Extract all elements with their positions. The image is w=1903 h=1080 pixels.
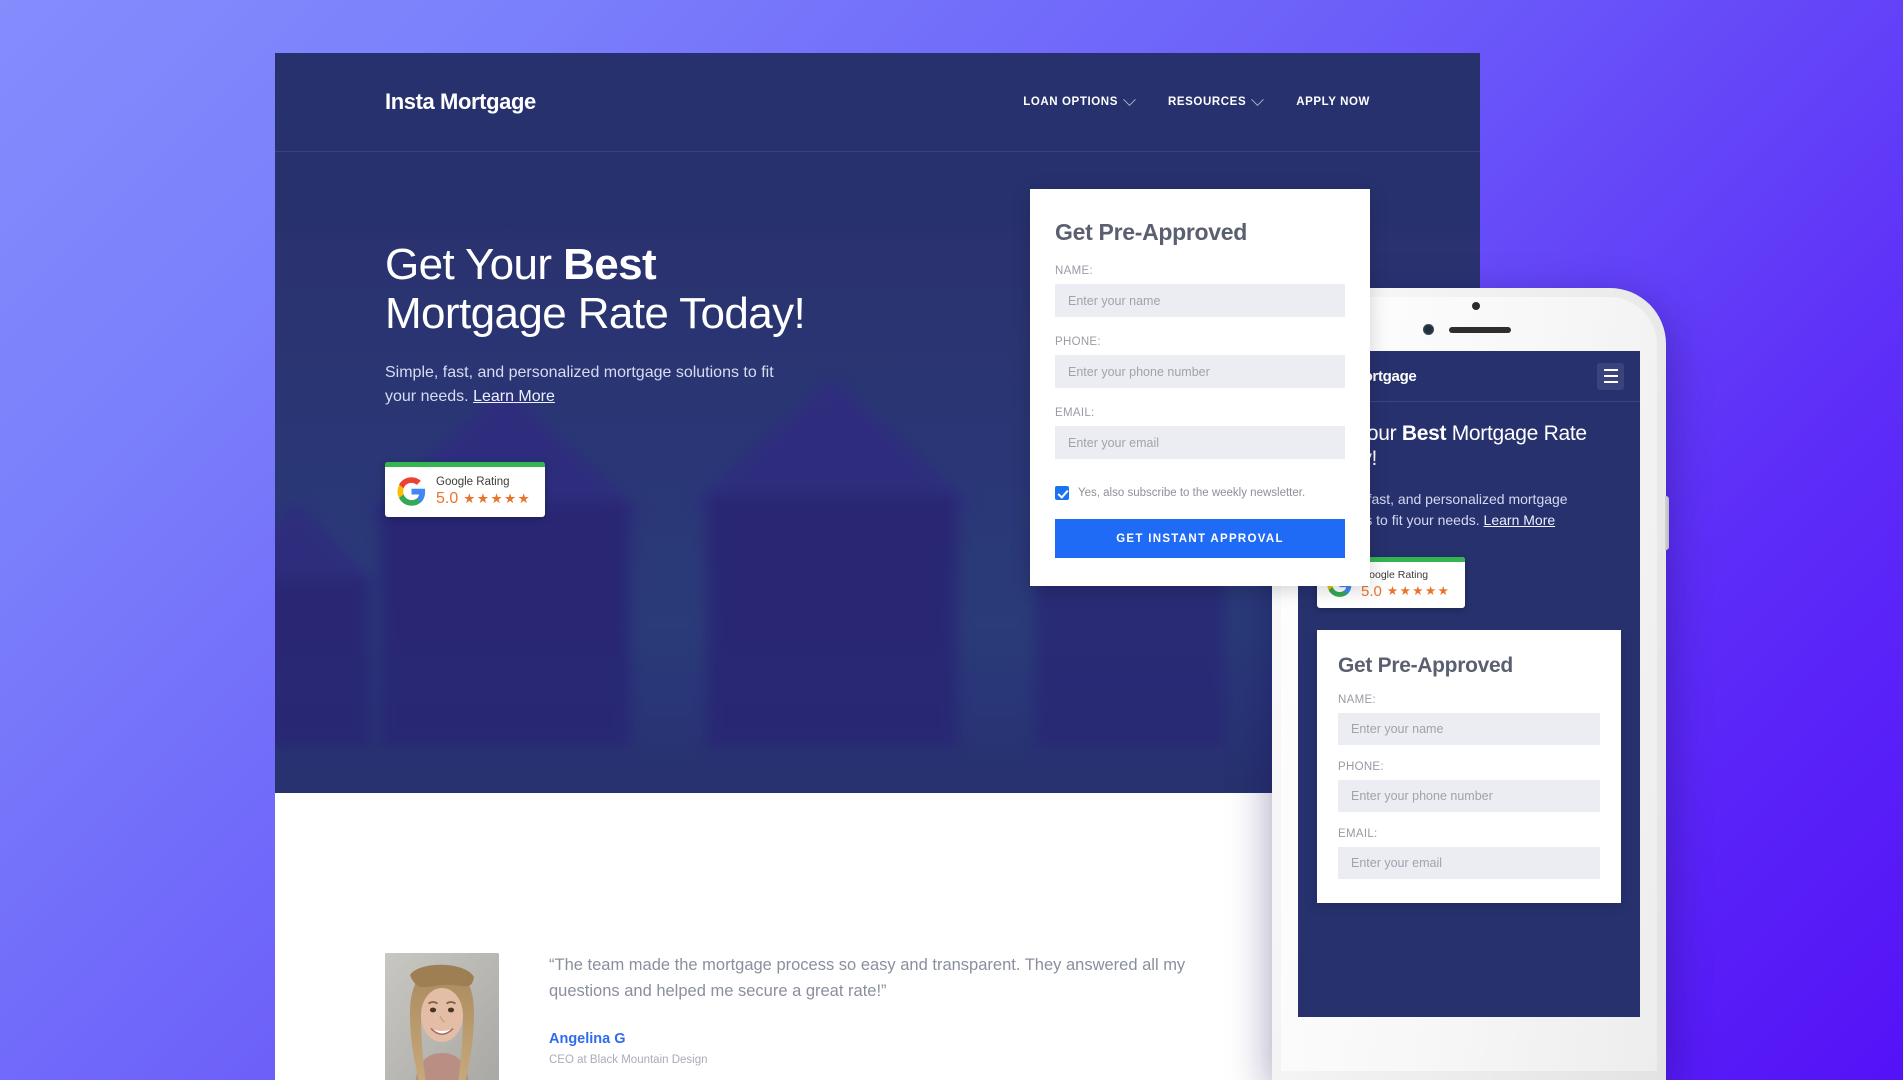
nav-item-apply-now[interactable]: APPLY NOW: [1296, 96, 1370, 108]
newsletter-checkbox-row[interactable]: Yes, also subscribe to the weekly newsle…: [1055, 486, 1345, 500]
newsletter-checkbox[interactable]: [1055, 486, 1069, 500]
email-label: EMAIL:: [1055, 407, 1095, 419]
form-field-phone: PHONE:: [1055, 336, 1345, 388]
mobile-learn-more-link[interactable]: Learn More: [1484, 512, 1556, 528]
google-rating-label: Google Rating: [436, 476, 510, 489]
chevron-down-icon: [1123, 92, 1136, 106]
testimonial-content: “The team made the mortgage process so e…: [549, 953, 1209, 1080]
newsletter-checkbox-label: Yes, also subscribe to the weekly newsle…: [1078, 487, 1306, 499]
learn-more-link[interactable]: Learn More: [473, 388, 555, 405]
hero-content: Get Your Best Mortgage Rate Today! Simpl…: [275, 152, 1480, 586]
nav-links: LOAN OPTIONS RESOURCES APPLY NOW: [1023, 92, 1370, 108]
mobile-pre-approval-form-card: Get Pre-Approved NAME: PHONE: EMAIL:: [1317, 629, 1621, 903]
get-instant-approval-button[interactable]: GET INSTANT APPROVAL: [1055, 519, 1345, 558]
hero-subtitle: Simple, fast, and personalized mortgage …: [385, 361, 785, 411]
pre-approval-form-card: Get Pre-Approved NAME: PHONE: EMAIL: Yes…: [1030, 189, 1370, 586]
phone-label: PHONE:: [1055, 336, 1101, 348]
mobile-phone-label: PHONE:: [1338, 760, 1384, 773]
mobile-form-field-name: NAME:: [1338, 694, 1600, 745]
mobile-email-label: EMAIL:: [1338, 827, 1378, 840]
mobile-name-input[interactable]: [1338, 712, 1600, 745]
star-rating-icon: ★★★★★: [463, 491, 532, 507]
form-field-email: EMAIL:: [1055, 407, 1345, 459]
desktop-navbar: Insta Mortgage LOAN OPTIONS RESOURCES AP…: [275, 53, 1480, 152]
avatar-photo: [385, 953, 499, 1080]
testimonial-avatar: [385, 953, 499, 1080]
form-title: Get Pre-Approved: [1055, 219, 1248, 245]
hero-copy-column: Get Your Best Mortgage Rate Today! Simpl…: [385, 232, 840, 586]
testimonial-quote: “The team made the mortgage process so e…: [549, 956, 1186, 1000]
nav-item-label: LOAN OPTIONS: [1023, 96, 1118, 108]
hamburger-menu-icon[interactable]: [1597, 362, 1624, 390]
badge-text-block: Google Rating 5.0 ★★★★★: [436, 476, 531, 507]
testimonial-author-role: CEO at Black Mountain Design: [549, 1054, 708, 1067]
nav-item-label: RESOURCES: [1167, 96, 1247, 108]
email-input[interactable]: [1055, 426, 1345, 459]
nav-item-resources[interactable]: RESOURCES: [1167, 92, 1265, 108]
mobile-email-input[interactable]: [1338, 846, 1600, 879]
hero-title-bold: Best: [563, 240, 657, 289]
site-logo[interactable]: Insta Mortgage: [385, 89, 536, 115]
testimonial-author-name[interactable]: Angelina G: [549, 1031, 1209, 1047]
mobile-phone-input[interactable]: [1338, 779, 1600, 812]
mobile-form-title: Get Pre-Approved: [1338, 653, 1513, 677]
mobile-name-label: NAME:: [1338, 693, 1376, 706]
mobile-form-field-phone: PHONE:: [1338, 761, 1600, 812]
name-input[interactable]: [1055, 284, 1345, 317]
google-logo-icon: [397, 477, 426, 506]
star-rating-icon: ★★★★★: [1386, 583, 1451, 598]
google-rating-score: 5.0: [436, 489, 459, 507]
hero-title-line2: Mortgage Rate Today!: [385, 289, 806, 339]
phone-power-button[interactable]: [1665, 496, 1669, 550]
hero-title-line1-light: Get Your: [385, 240, 564, 289]
chevron-down-icon: [1251, 92, 1265, 106]
name-label: NAME:: [1055, 265, 1093, 277]
hero-heading: Get Your Best Mortgage Rate Today!: [385, 240, 840, 339]
nav-item-loan-options[interactable]: LOAN OPTIONS: [1023, 92, 1136, 108]
phone-input[interactable]: [1055, 355, 1345, 388]
mobile-form-field-email: EMAIL:: [1338, 828, 1600, 879]
form-field-name: NAME:: [1055, 265, 1345, 317]
google-rating-badge[interactable]: Google Rating 5.0 ★★★★★: [385, 462, 545, 518]
hero-subtitle-text: Simple, fast, and personalized mortgage …: [385, 363, 774, 406]
nav-item-label: APPLY NOW: [1296, 96, 1370, 108]
